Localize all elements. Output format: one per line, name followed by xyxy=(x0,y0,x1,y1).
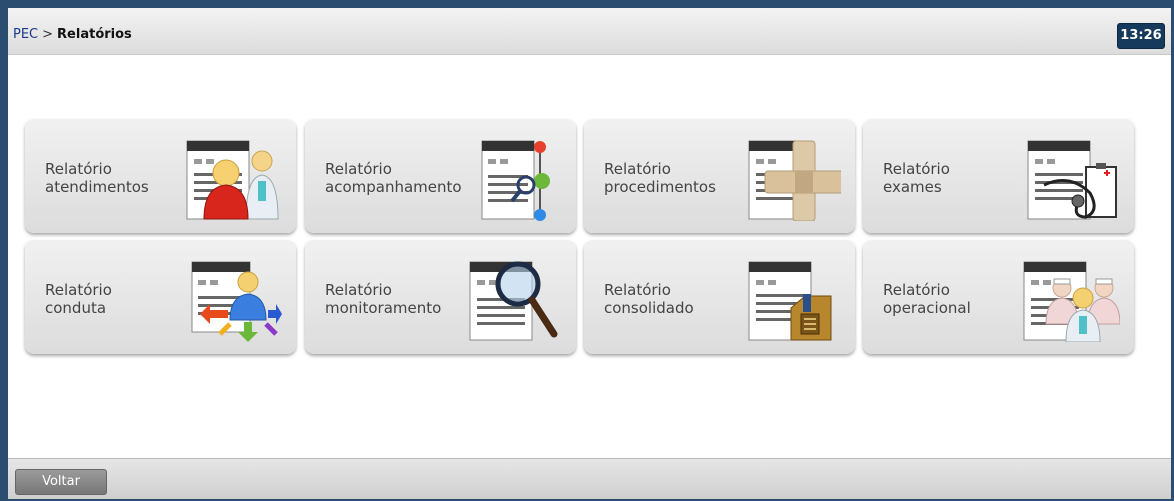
tile-relatorio-atendimentos[interactable]: Relatório atendimentos xyxy=(25,119,296,233)
magnifier-report-icon xyxy=(469,261,558,341)
breadcrumb: PEC > Relatórios xyxy=(13,27,132,42)
tile-label-line1: Relatório xyxy=(325,160,392,178)
breadcrumb-current: Relatórios xyxy=(57,27,132,42)
tile-label-line2: acompanhamento xyxy=(325,178,462,196)
box-report-icon xyxy=(748,261,832,341)
tile-label-line1: Relatório xyxy=(883,160,950,178)
tracking-report-icon xyxy=(481,140,550,221)
tile-relatorio-consolidado[interactable]: Relatório consolidado xyxy=(584,240,855,354)
back-button[interactable]: Voltar xyxy=(15,469,107,495)
tile-label-line1: Relatório xyxy=(325,281,392,299)
tile-label-line2: operacional xyxy=(883,299,971,317)
tile-label: Relatório acompanhamento xyxy=(325,160,462,196)
tile-label: Relatório exames xyxy=(883,160,950,196)
tile-label-line1: Relatório xyxy=(604,281,671,299)
tile-label: Relatório monitoramento xyxy=(325,281,441,317)
tile-relatorio-exames[interactable]: Relatório exames xyxy=(863,119,1134,233)
tile-label: Relatório conduta xyxy=(45,281,112,317)
tile-label: Relatório procedimentos xyxy=(604,160,716,196)
tile-label: Relatório consolidado xyxy=(604,281,694,317)
tile-label-line2: monitoramento xyxy=(325,299,442,317)
tile-relatorio-conduta[interactable]: Relatório conduta xyxy=(25,240,296,354)
tile-label-line2: exames xyxy=(883,178,942,196)
tile-relatorio-monitoramento[interactable]: Relatório monitoramento xyxy=(305,240,576,354)
tile-label-line2: procedimentos xyxy=(604,178,716,196)
tile-label-line2: consolidado xyxy=(604,299,694,317)
stethoscope-report-icon xyxy=(1027,140,1117,220)
tile-label-line2: conduta xyxy=(45,299,107,317)
footer-bar: Voltar xyxy=(8,458,1171,499)
clock-display: 13:26 xyxy=(1117,23,1165,49)
arrows-report-icon xyxy=(191,261,282,342)
breadcrumb-separator: > xyxy=(42,27,54,42)
staff-report-icon xyxy=(1023,261,1120,342)
app-window: PEC > Relatórios 13:26 Relatório atendiment… xyxy=(0,0,1174,501)
tile-relatorio-acompanhamento[interactable]: Relatório acompanhamento xyxy=(305,119,576,233)
header-bar: PEC > Relatórios 13:26 xyxy=(8,8,1171,55)
tile-label-line1: Relatório xyxy=(45,281,112,299)
tile-label: Relatório operacional xyxy=(883,281,971,317)
people-report-icon xyxy=(186,140,279,220)
tile-label-line1: Relatório xyxy=(883,281,950,299)
tile-label-line1: Relatório xyxy=(45,160,112,178)
tile-relatorio-procedimentos[interactable]: Relatório procedimentos xyxy=(584,119,855,233)
tile-label-line1: Relatório xyxy=(604,160,671,178)
tile-relatorio-operacional[interactable]: Relatório operacional xyxy=(863,240,1134,354)
tile-label: Relatório atendimentos xyxy=(45,160,149,196)
breadcrumb-root-link[interactable]: PEC xyxy=(13,27,38,42)
bandage-report-icon xyxy=(748,140,841,221)
tile-label-line2: atendimentos xyxy=(45,178,149,196)
